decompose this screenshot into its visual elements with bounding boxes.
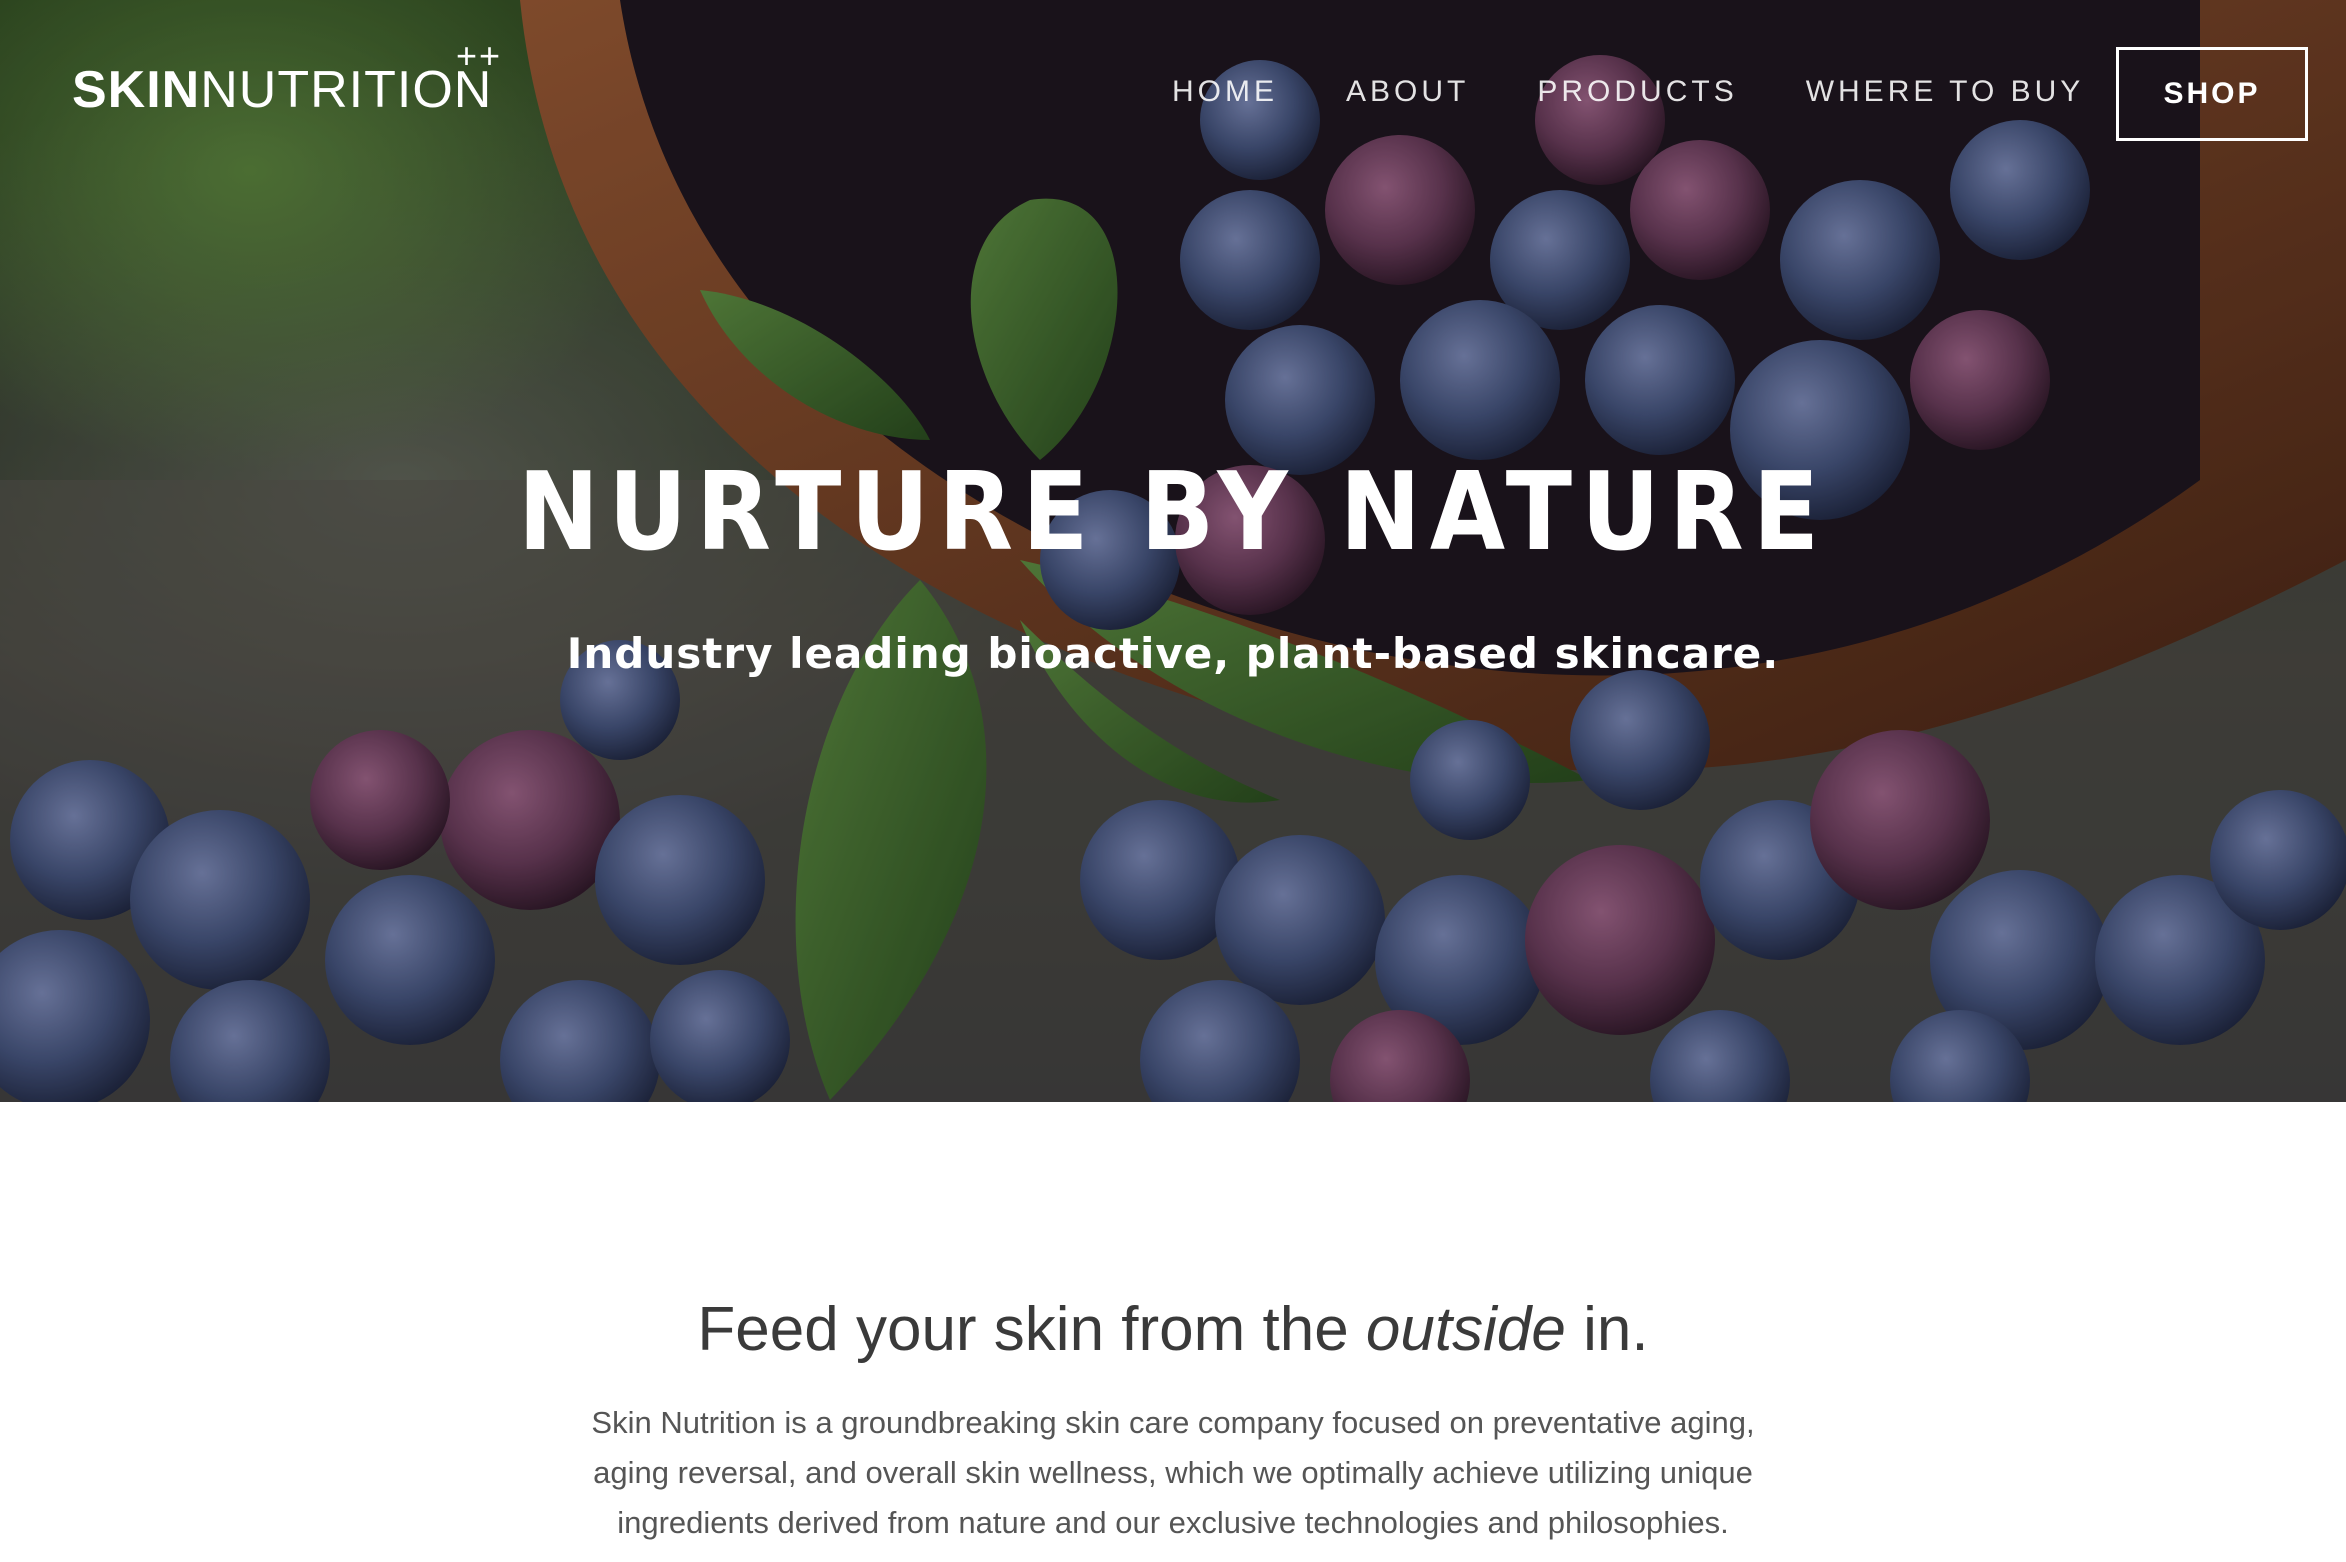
intro-paragraph: Skin Nutrition is a groundbreaking skin …	[591, 1405, 1755, 1540]
logo-text-bold: SKIN	[72, 61, 201, 119]
heading-text-end: in.	[1565, 1295, 1649, 1364]
nav-where-to-buy[interactable]: WHERE TO BUY	[1806, 75, 2085, 109]
hero-subtitle: Industry leading bioactive, plant-based …	[566, 629, 1780, 678]
hero-section: SKINNUTRITION ++ HOME ABOUT PRODUCTS WHE…	[0, 0, 2346, 1102]
nav-products[interactable]: PRODUCTS	[1537, 75, 1737, 109]
heading-text-emphasis: outside	[1365, 1295, 1566, 1364]
nav-home[interactable]: HOME	[1172, 75, 1278, 109]
section-heading: Feed your skin from the outside in.	[0, 1290, 2346, 1370]
logo-plus-mark: ++	[456, 35, 503, 76]
main-nav: HOME ABOUT PRODUCTS WHERE TO BUY	[1172, 70, 2084, 114]
nav-about[interactable]: ABOUT	[1346, 75, 1469, 109]
brand-logo[interactable]: SKINNUTRITION ++	[72, 35, 500, 120]
logo-text-light: NUTRITION	[200, 61, 493, 119]
heading-text-start: Feed your skin from the	[697, 1295, 1366, 1364]
hero-title: NURTURE BY NATURE	[517, 450, 1829, 575]
shop-button[interactable]: SHOP	[2116, 47, 2308, 141]
